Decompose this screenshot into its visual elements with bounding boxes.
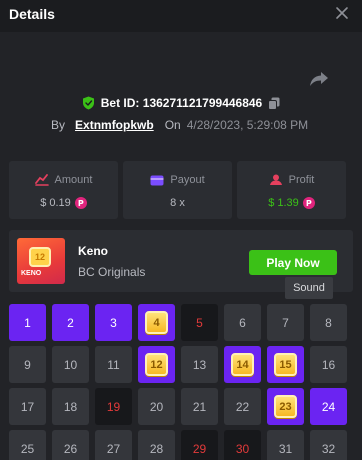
by-label: By [51,118,66,132]
keno-cell: 28 [138,430,175,460]
bet-id-row: Bet ID: 136271121799446846 [0,94,362,112]
copy-icon[interactable] [268,97,280,110]
keno-cell: 27 [95,430,132,460]
bet-meta-row: By Extnmfopkwb On 4/28/2023, 5:29:08 PM [51,117,308,133]
profit-card: Profit $ 1.39 P [237,161,346,219]
payout-card: Payout 8 x [123,161,232,219]
keno-cell: 1 [9,304,46,341]
sound-tooltip: Sound [285,277,333,299]
keno-hit-tile: 4 [145,311,168,334]
keno-hit-tile: 15 [274,353,297,376]
keno-cell: 6 [224,304,261,341]
keno-cell-number: 13 [192,357,207,372]
bet-id: Bet ID: 136271121799446846 [100,96,263,110]
payout-label: Payout [170,174,205,186]
amount-label: Amount [54,174,93,186]
keno-cell: 4 [138,304,175,341]
keno-cell-number: 17 [20,399,35,414]
keno-cell: 15 [267,346,304,383]
keno-cell: 9 [9,346,46,383]
payout-value: 8 x [170,197,185,209]
keno-cell-number: 8 [325,315,332,330]
game-name: Keno [78,244,108,258]
keno-hit-tile: 14 [231,353,254,376]
keno-cell-number: 3 [110,315,117,330]
keno-cell: 16 [310,346,347,383]
keno-cell: 20 [138,388,175,425]
keno-cell: 25 [9,430,46,460]
amount-value: $ 0.19 [40,197,71,209]
keno-cell-number: 22 [235,399,250,414]
keno-cell-number: 27 [106,441,121,456]
profit-label: Profit [288,174,315,186]
keno-cell: 7 [267,304,304,341]
keno-cell-number: 18 [63,399,78,414]
keno-cell: 18 [52,388,89,425]
keno-cell-number: 7 [282,315,289,330]
keno-cell: 14 [224,346,261,383]
keno-cell-number: 11 [107,357,120,372]
keno-cell: 32 [310,430,347,460]
keno-cell: 23 [267,388,304,425]
keno-cell: 30 [224,430,261,460]
keno-cell: 19 [95,388,132,425]
page-title: Details [9,6,55,22]
coin-icon: P [302,197,315,209]
keno-cell: 11 [95,346,132,383]
keno-hit-tile: 12 [145,353,168,376]
keno-cell: 17 [9,388,46,425]
thumb-tile: 12 [29,247,51,267]
keno-cell-number: 9 [24,357,31,372]
keno-cell-number: 32 [321,441,336,456]
keno-thumbnail[interactable]: 12 KENO [17,238,65,284]
bet-date: 4/28/2023, 5:29:08 PM [186,118,309,132]
share-icon[interactable] [309,70,329,88]
game-provider: BC Originals [78,265,146,279]
keno-cell-number: 24 [321,399,336,414]
amount-card: Amount $ 0.19 P [9,161,118,219]
keno-cell-number: 19 [106,399,121,414]
keno-cell-number: 25 [20,441,35,456]
username-link[interactable]: Extnmfopkwb [75,118,154,132]
verified-shield-icon [82,96,94,110]
keno-cell: 2 [52,304,89,341]
keno-cell: 22 [224,388,261,425]
keno-cell-number: 31 [278,441,293,456]
keno-cell: 26 [52,430,89,460]
keno-cell: 31 [267,430,304,460]
on-label: On [164,118,181,132]
keno-cell-number: 28 [149,441,164,456]
keno-cell-number: 30 [235,441,250,456]
keno-cell-number: 10 [63,357,78,372]
keno-cell: 13 [181,346,218,383]
keno-cell: 5 [181,304,218,341]
keno-cell-number: 20 [149,399,164,414]
wallet-icon [150,175,164,186]
keno-cell: 12 [138,346,175,383]
coin-icon: P [74,197,87,209]
play-now-button[interactable]: Play Now [249,250,337,275]
keno-cell-number: 2 [67,315,74,330]
thumb-label: KENO [21,270,42,277]
profit-icon [269,174,282,185]
keno-cell: 21 [181,388,218,425]
details-header: Details [0,0,362,32]
keno-cell: 29 [181,430,218,460]
keno-cell: 10 [52,346,89,383]
keno-cell-number: 16 [321,357,336,372]
keno-cell: 8 [310,304,347,341]
keno-cell-number: 29 [192,441,207,456]
amount-icon [34,174,49,186]
keno-cell: 3 [95,304,132,341]
keno-hit-tile: 23 [274,395,297,418]
close-icon[interactable] [334,5,350,21]
keno-cell-number: 21 [192,399,207,414]
keno-cell-number: 1 [24,315,31,330]
keno-cell-number: 26 [63,441,78,456]
profit-value: $ 1.39 [268,197,299,209]
keno-cell: 24 [310,388,347,425]
keno-cell-number: 5 [196,315,203,330]
keno-cell-number: 6 [239,315,246,330]
